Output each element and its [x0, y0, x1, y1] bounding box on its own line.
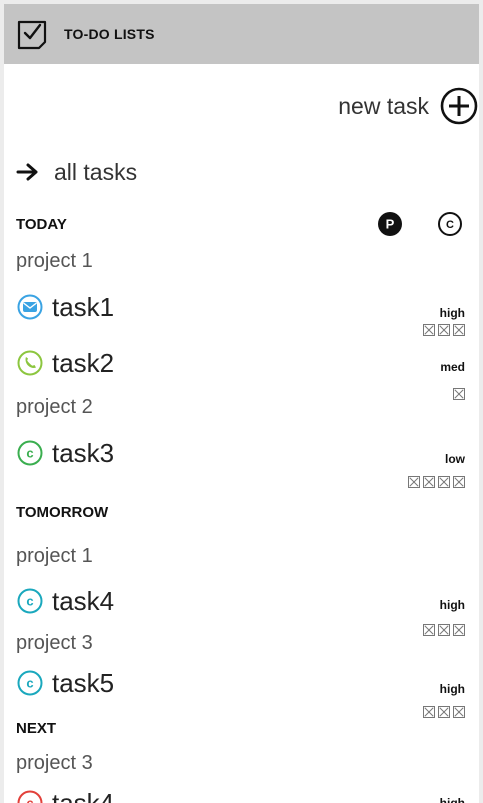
- checkbox[interactable]: [423, 706, 435, 718]
- svg-text:c: c: [26, 796, 33, 803]
- priority-label: high: [439, 682, 465, 696]
- priority-label: low: [445, 452, 465, 466]
- task-item-task5[interactable]: c task5: [16, 666, 114, 700]
- project-label-tomorrow-1: project 1: [16, 545, 93, 567]
- checkbox[interactable]: [423, 624, 435, 636]
- c-toggle-letter: C: [446, 219, 454, 231]
- project-label-today-1: project 1: [16, 250, 93, 272]
- checkbox-group: [408, 476, 465, 488]
- project-label-next-3: project 3: [16, 752, 93, 774]
- section-title-next: NEXT: [16, 720, 57, 737]
- c-icon: c: [17, 588, 43, 614]
- checkbox-icon: [17, 20, 47, 50]
- checkbox[interactable]: [453, 324, 465, 336]
- checkbox[interactable]: [438, 324, 450, 336]
- section-title-today: TODAY: [16, 216, 67, 233]
- checkbox[interactable]: [438, 476, 450, 488]
- svg-text:c: c: [26, 676, 33, 691]
- section-title-tomorrow: TOMORROW: [16, 504, 109, 521]
- p-toggle-letter: P: [386, 217, 395, 232]
- task-item-task1[interactable]: task1: [16, 290, 114, 324]
- checkbox-group: [453, 388, 465, 400]
- svg-text:c: c: [26, 594, 33, 609]
- arrow-right-icon: [16, 163, 38, 181]
- priority-label: high: [439, 796, 465, 803]
- all-tasks-link[interactable]: all tasks: [16, 154, 137, 190]
- plus-circle-icon: [440, 87, 478, 125]
- email-icon: [17, 294, 43, 320]
- c-icon: c: [17, 790, 43, 803]
- priority-label: med: [440, 360, 465, 374]
- checkbox-group: [423, 624, 465, 636]
- priority-label: high: [439, 598, 465, 612]
- new-task-label: new task: [338, 92, 429, 119]
- task-label: task3: [52, 437, 115, 468]
- priority-label: high: [439, 306, 465, 320]
- checkbox-group: [423, 324, 465, 336]
- checkbox[interactable]: [453, 388, 465, 400]
- checkbox[interactable]: [408, 476, 420, 488]
- checkbox[interactable]: [453, 476, 465, 488]
- title-bar: TO-DO LISTS: [4, 4, 479, 64]
- project-label-tomorrow-3: project 3: [16, 632, 93, 654]
- checkbox-group: [423, 706, 465, 718]
- task-item-task3[interactable]: c task3: [16, 436, 114, 470]
- project-label-today-2: project 2: [16, 396, 93, 418]
- checkbox[interactable]: [453, 624, 465, 636]
- task-label: task1: [52, 291, 115, 322]
- svg-text:c: c: [26, 446, 33, 461]
- p-filled-circle-icon[interactable]: P: [376, 210, 404, 238]
- task-item-task4-next[interactable]: c task4: [16, 786, 114, 803]
- task-label: task5: [52, 667, 115, 698]
- task-label: task2: [52, 347, 115, 378]
- c-icon: c: [17, 440, 43, 466]
- app-title: TO-DO LISTS: [64, 26, 155, 42]
- checkbox[interactable]: [453, 706, 465, 718]
- app-panel: TO-DO LISTS new task all tasks TODAY P C…: [4, 4, 479, 803]
- checkbox[interactable]: [438, 624, 450, 636]
- task-item-task2[interactable]: task2: [16, 346, 114, 380]
- checkbox[interactable]: [423, 324, 435, 336]
- phone-icon: [17, 350, 43, 376]
- checkbox[interactable]: [438, 706, 450, 718]
- task-label: task4: [52, 787, 115, 803]
- task-item-task4[interactable]: c task4: [16, 584, 114, 618]
- c-icon: c: [17, 670, 43, 696]
- checkbox[interactable]: [423, 476, 435, 488]
- new-task-button[interactable]: new task: [338, 86, 479, 126]
- all-tasks-label: all tasks: [54, 158, 138, 185]
- c-circle-icon[interactable]: C: [436, 210, 464, 238]
- task-label: task4: [52, 585, 115, 616]
